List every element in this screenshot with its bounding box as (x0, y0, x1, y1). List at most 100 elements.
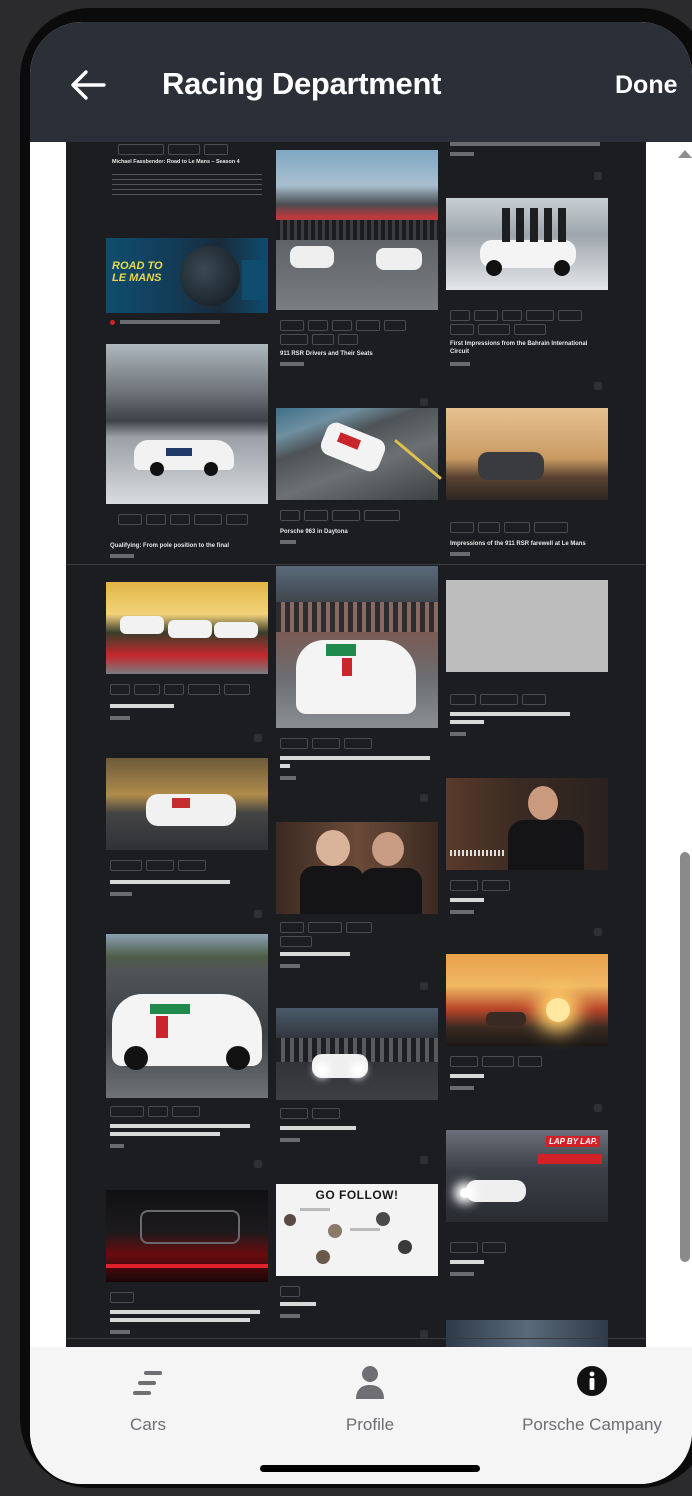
app-bar: Racing Department Done (30, 22, 692, 142)
card-title: 911 RSR Drivers and Their Seats (280, 351, 373, 357)
news-image[interactable] (276, 408, 442, 500)
promo-title: GO FOLLOW! (315, 1188, 399, 1202)
card-title (110, 880, 230, 884)
card-title (280, 764, 290, 768)
nav-item-profile[interactable]: Profile (270, 1347, 470, 1457)
card-title (450, 1074, 484, 1078)
content-area: Michael Fassbender: Road to Le Mans – Se… (30, 142, 692, 1347)
card-title (110, 1318, 250, 1322)
card-title: Michael Fassbender: Road to Le Mans – Se… (112, 159, 240, 165)
bookmark-icon[interactable] (254, 734, 262, 742)
news-image[interactable] (446, 954, 608, 1046)
news-image[interactable] (276, 566, 438, 728)
card-meta (450, 1272, 474, 1276)
card-meta (450, 910, 474, 914)
news-image[interactable] (276, 822, 438, 914)
news-image[interactable] (106, 1190, 268, 1282)
card-meta (450, 152, 474, 156)
card-meta (110, 554, 134, 558)
news-image[interactable]: ROAD TO LE MANS (106, 238, 268, 313)
card-meta (280, 1314, 300, 1318)
bookmark-icon[interactable] (254, 910, 262, 918)
bookmark-icon[interactable] (594, 382, 602, 390)
card-meta (110, 1330, 130, 1334)
card-title (280, 1302, 316, 1306)
news-image[interactable] (106, 934, 268, 1098)
image-caption: ROAD TO LE MANS (112, 260, 163, 284)
card-title (110, 1132, 220, 1136)
bookmark-icon[interactable] (420, 982, 428, 990)
card-meta (110, 1144, 124, 1148)
bookmark-icon[interactable] (594, 928, 602, 936)
card-meta (280, 964, 300, 968)
card-title: Qualifying: From pole position to the fi… (110, 543, 229, 549)
news-image[interactable] (106, 582, 268, 674)
news-image[interactable] (106, 344, 268, 504)
news-image[interactable] (446, 1320, 608, 1347)
bookmark-icon[interactable] (254, 1160, 262, 1168)
card-meta (110, 892, 132, 896)
card-meta (120, 320, 220, 324)
scroll-thumb[interactable] (680, 852, 690, 1262)
card-title (110, 704, 174, 708)
card-title (280, 952, 350, 956)
bookmark-icon[interactable] (420, 794, 428, 802)
page-title: Racing Department (162, 66, 442, 101)
news-image[interactable] (446, 408, 608, 500)
news-image[interactable] (276, 150, 438, 310)
scrollbar[interactable] (672, 142, 692, 1347)
card-title (450, 142, 600, 146)
card-meta (450, 1086, 474, 1090)
card-meta (450, 552, 470, 556)
news-image[interactable]: LAP BY LAP. (446, 1130, 608, 1222)
card-meta (280, 1138, 300, 1142)
section-divider (66, 1338, 646, 1339)
card-meta (280, 362, 304, 366)
bookmark-icon[interactable] (420, 1156, 428, 1164)
news-image[interactable] (446, 580, 608, 672)
card-meta (280, 540, 296, 544)
news-card[interactable]: Michael Fassbender: Road to Le Mans – Se… (106, 142, 268, 232)
person-icon (356, 1366, 384, 1399)
card-title (280, 756, 430, 760)
card-title: Porsche 963 in Daytona (280, 529, 348, 535)
card-title (110, 1310, 260, 1314)
news-image[interactable] (106, 758, 268, 850)
nav-label: Cars (130, 1415, 166, 1434)
bookmark-icon[interactable] (420, 398, 428, 406)
card-meta (450, 362, 470, 366)
info-icon (577, 1366, 607, 1396)
app-screen: Racing Department Done Michael Fassbende… (30, 22, 692, 1484)
card-title: Impressions of the 911 RSR farewell at L… (450, 541, 586, 547)
card-title (450, 1260, 484, 1264)
done-button[interactable]: Done (615, 71, 678, 100)
news-image[interactable] (276, 1008, 438, 1100)
nav-label: Profile (345, 1415, 395, 1434)
card-meta (280, 776, 296, 780)
bookmark-icon[interactable] (594, 1104, 602, 1112)
card-title: First Impressions from the Bahrain Inter… (450, 341, 588, 355)
card-title (450, 712, 570, 716)
card-title (450, 720, 484, 724)
card-meta (450, 732, 466, 736)
bookmark-icon[interactable] (594, 172, 602, 180)
scroll-up-arrow-icon[interactable] (678, 150, 692, 158)
home-indicator[interactable] (260, 1465, 480, 1472)
bottom-navigation: Cars Profile Porsche Campany (30, 1347, 692, 1484)
card-text (112, 174, 262, 198)
card-title (110, 1124, 250, 1128)
red-marker-icon (110, 320, 115, 325)
card-meta (110, 716, 130, 720)
news-feed[interactable]: Michael Fassbender: Road to Le Mans – Se… (66, 142, 646, 1347)
nav-item-porsche-company[interactable]: Porsche Campany (492, 1347, 692, 1457)
nav-label: Porsche Campany (522, 1415, 662, 1434)
nav-item-cars[interactable]: Cars (48, 1347, 248, 1457)
section-divider (66, 564, 646, 565)
news-image[interactable] (446, 778, 608, 870)
news-image[interactable] (446, 198, 608, 290)
card-title (450, 898, 484, 902)
bookmark-icon[interactable] (420, 1330, 428, 1338)
promo-banner[interactable]: GO FOLLOW! (276, 1184, 438, 1276)
card-title (280, 1126, 356, 1130)
arrow-left-icon[interactable] (68, 68, 108, 102)
